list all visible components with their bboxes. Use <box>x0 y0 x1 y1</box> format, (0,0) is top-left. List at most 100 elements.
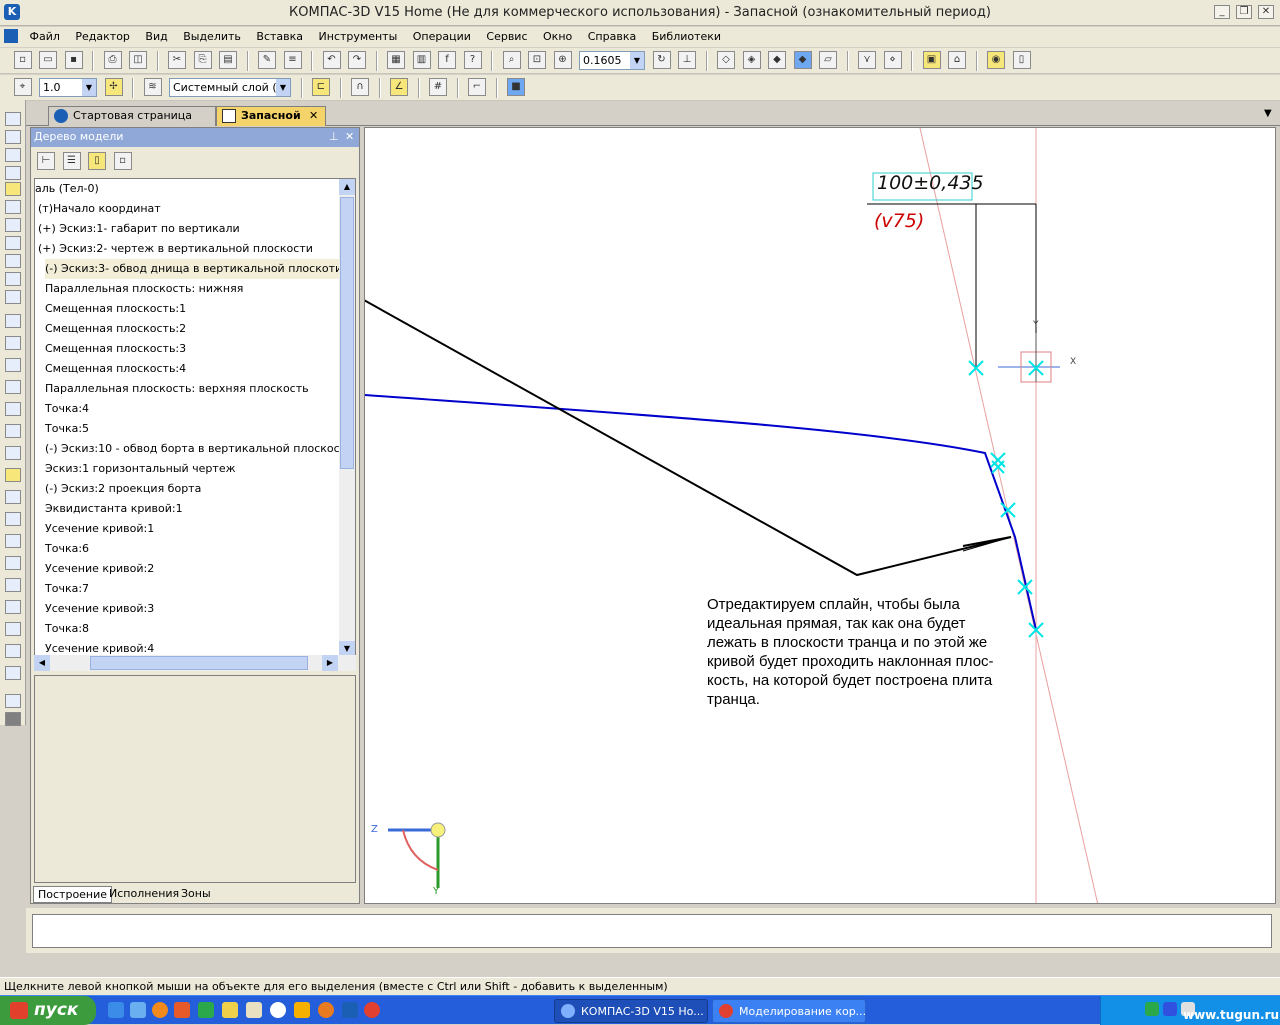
orientation-icon[interactable]: ⊥ <box>678 51 696 69</box>
files-icon[interactable] <box>246 1002 262 1018</box>
tab-zapasnoy[interactable]: Запасной ✕ <box>216 106 326 126</box>
menu-insert[interactable]: Вставка <box>250 27 309 43</box>
scroll-right-icon[interactable]: ▶ <box>322 655 338 671</box>
tray-icon[interactable] <box>1163 1002 1177 1016</box>
edit-details-icon[interactable] <box>5 112 21 126</box>
tree-item[interactable]: (-) Эскиз:10 - обвод борта в вертикально… <box>45 439 353 459</box>
paste-icon[interactable]: ▤ <box>219 51 237 69</box>
spline-icon[interactable] <box>5 446 21 460</box>
ortho-icon[interactable]: ∠ <box>390 78 408 96</box>
menu-select[interactable]: Выделить <box>177 27 247 43</box>
geometry-icon[interactable] <box>5 182 21 196</box>
green-app-icon[interactable] <box>198 1002 214 1018</box>
menu-help[interactable]: Справка <box>582 27 642 43</box>
copy-icon[interactable]: ⎘ <box>193 51 212 69</box>
variables-icon[interactable]: f <box>438 51 456 69</box>
tree-list-icon[interactable]: ☰ <box>62 152 81 170</box>
save-icon[interactable]: ▪ <box>64 51 83 69</box>
zoom-window-icon[interactable]: ⌕ <box>502 51 521 69</box>
edit-tool-icon[interactable] <box>5 236 21 250</box>
tree-item[interactable]: Точка:6 <box>45 539 89 559</box>
tree-vertical-scrollbar[interactable]: ▲ ▼ <box>339 179 355 657</box>
menu-view[interactable]: Вид <box>139 27 173 43</box>
step-cursor-icon[interactable]: ✢ <box>104 78 123 96</box>
library-icon[interactable]: ▥ <box>412 51 431 69</box>
close-tab-icon[interactable]: ✕ <box>309 107 318 125</box>
active-mode-icon[interactable]: ◉ <box>987 51 1005 69</box>
tree-item[interactable]: (+) Эскиз:2- чертеж в вертикальной плоск… <box>38 239 313 259</box>
chrome-icon[interactable] <box>364 1002 380 1018</box>
hidden-lines-icon[interactable]: ◈ <box>742 51 761 69</box>
zoom-in-icon[interactable]: ⊕ <box>553 51 572 69</box>
tree-item[interactable]: Точка:7 <box>45 579 89 599</box>
menu-file[interactable]: Файл <box>24 27 66 43</box>
tree-item[interactable]: Эквидистанта кривой:1 <box>45 499 183 519</box>
house-icon[interactable]: ⌂ <box>948 51 966 69</box>
tree-properties-icon[interactable]: ▫ <box>113 152 132 170</box>
tree-item[interactable]: Смещенная плоскость:2 <box>45 319 186 339</box>
tree-item[interactable]: (т)Начало координат <box>38 199 161 219</box>
chamfer-icon[interactable] <box>5 556 21 570</box>
nurbs-icon[interactable] <box>5 512 21 526</box>
scroll-thumb[interactable] <box>340 197 354 469</box>
kompas-quick-icon[interactable] <box>342 1002 358 1018</box>
cut-icon[interactable]: ✂ <box>168 51 186 69</box>
measure-icon[interactable] <box>5 166 21 180</box>
tree-item[interactable]: Эскиз:1 горизонтальный чертеж <box>45 459 236 479</box>
panel-icon[interactable]: ▯ <box>1012 51 1031 69</box>
selection-icon[interactable] <box>5 290 21 304</box>
model-viewport[interactable]: 100±0,435 (v75) Y X Z Y Отредактируем сп… <box>364 127 1276 904</box>
layer-combo[interactable]: Системный слой (0) ▼ <box>169 78 291 97</box>
circle-icon[interactable] <box>5 380 21 394</box>
rectangle-icon[interactable] <box>5 578 21 592</box>
point-icon[interactable] <box>5 314 21 328</box>
ie-icon[interactable] <box>108 1002 124 1018</box>
wireframe-icon[interactable]: ◇ <box>717 51 735 69</box>
tab-start-page[interactable]: Стартовая страница <box>48 106 216 126</box>
menu-libraries[interactable]: Библиотеки <box>646 27 727 43</box>
tree-view-icon[interactable]: ▯ <box>88 152 106 170</box>
tray-icon[interactable] <box>1145 1002 1159 1016</box>
tree-item[interactable]: Параллельная плоскость: верхняя плоскост… <box>45 379 309 399</box>
dimensions-icon[interactable] <box>5 200 21 214</box>
measure-2d-icon[interactable] <box>5 272 21 286</box>
hscroll-thumb[interactable] <box>90 656 308 670</box>
zoom-all-icon[interactable]: ⊡ <box>528 51 546 69</box>
filter-tool-icon[interactable] <box>5 148 21 162</box>
tab-executions[interactable]: Исполнения <box>105 886 183 903</box>
paint-icon[interactable] <box>5 666 21 680</box>
tab-list-chevron-icon[interactable]: ▼ <box>1264 108 1272 119</box>
menu-tools[interactable]: Инструменты <box>313 27 404 43</box>
params-icon[interactable] <box>5 254 21 268</box>
close-panel-icon[interactable]: ✕ <box>345 128 354 146</box>
preview-icon[interactable]: ◫ <box>129 51 147 69</box>
tree-item[interactable]: Точка:8 <box>45 619 89 639</box>
symbols-icon[interactable] <box>5 218 21 232</box>
pen-icon[interactable] <box>294 1002 310 1018</box>
tree-structure-icon[interactable]: ⊢ <box>37 152 55 170</box>
help-pointer-icon[interactable]: ? <box>463 51 482 69</box>
bezier-icon[interactable] <box>5 468 21 482</box>
document-menu-icon[interactable] <box>4 29 18 43</box>
tree-item[interactable]: Параллельная плоскость: нижняя <box>45 279 243 299</box>
tree-horizontal-scrollbar[interactable]: ◀ ▶ <box>34 655 356 671</box>
scroll-up-icon[interactable]: ▲ <box>339 179 355 195</box>
tab-zones[interactable]: Зоны <box>177 886 215 903</box>
arc-icon[interactable] <box>5 402 21 416</box>
fillet-icon[interactable] <box>5 534 21 548</box>
polyline-icon[interactable] <box>5 490 21 504</box>
task-kompas[interactable]: КОМПАС-3D V15 Ho... <box>554 999 708 1023</box>
minimize-button[interactable]: _ <box>1214 5 1230 19</box>
menu-operations[interactable]: Операции <box>407 27 477 43</box>
task-browser[interactable]: Моделирование кор... <box>712 999 866 1023</box>
tree-item[interactable]: аль (Тел-0) <box>35 179 99 199</box>
shaded-icon[interactable]: ◆ <box>768 51 786 69</box>
menu-edit[interactable]: Редактор <box>69 27 136 43</box>
equidistant-icon[interactable] <box>5 644 21 658</box>
step-combo[interactable]: 1.0 ▼ <box>39 78 97 97</box>
filter-icon[interactable]: ⋎ <box>858 51 876 69</box>
projection-icon[interactable] <box>5 694 21 708</box>
shaded-edges-icon[interactable]: ◆ <box>793 51 812 69</box>
ellipse-icon[interactable] <box>5 424 21 438</box>
pin-icon[interactable]: ⊥ <box>329 128 339 146</box>
